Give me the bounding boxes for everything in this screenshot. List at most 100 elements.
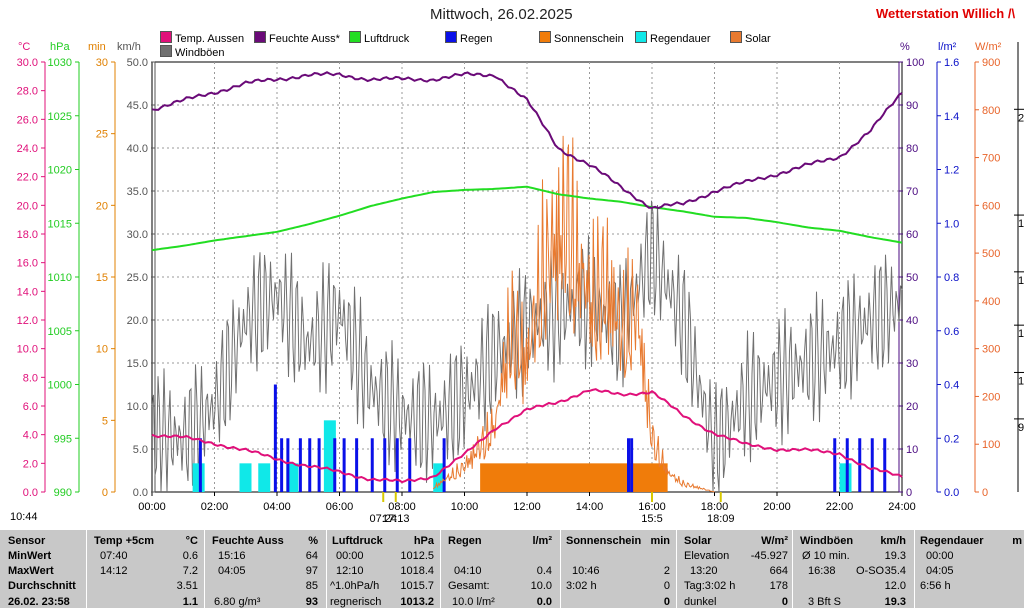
table-cell: 93 <box>305 596 318 608</box>
x-tick-label: 20:00 <box>763 501 791 513</box>
unit-pct: % <box>900 41 910 53</box>
marker-label: 15:5 <box>641 513 662 525</box>
pct-tick-label: 60 <box>906 229 918 241</box>
x-tick-label: 24:00 <box>888 501 916 513</box>
temp-tick-label: 4.0 <box>23 430 38 442</box>
edge-tick-label: 9 <box>1018 422 1024 434</box>
table-separator <box>560 530 561 608</box>
edge-tick-label: 1 <box>1018 275 1024 287</box>
table-cell: 04:10 <box>454 565 482 577</box>
pct-tick-label: 40 <box>906 315 918 327</box>
min-tick-label: 30 <box>96 57 108 69</box>
temp-tick-label: 24.0 <box>17 143 38 155</box>
weather-chart: 00:00 02:00 04:00 06:00 08:00 10:00 12:00 14:00… <box>17 41 1024 525</box>
table-cell: km/h <box>880 535 906 547</box>
lm2-tick-label: 1.4 <box>944 111 959 123</box>
wm2-tick-label: 0 <box>982 487 988 499</box>
pct-tick-label: 0 <box>906 487 912 499</box>
table-cell: Feuchte Auss <box>212 535 284 547</box>
rain-bar <box>383 438 387 492</box>
pct-tick-label: 90 <box>906 100 918 112</box>
pct-tick-label: 70 <box>906 186 918 198</box>
table-cell: °C <box>185 535 198 547</box>
table-cell: 0.6 <box>182 550 198 562</box>
table-cell: 35.4 <box>884 565 906 577</box>
unit-kmh: km/h <box>117 41 141 53</box>
table-cell: W/m² <box>761 535 788 547</box>
rain-bar <box>630 438 634 492</box>
kmh-tick-label: 20.0 <box>127 315 148 327</box>
table-cell: 178 <box>769 580 788 592</box>
wm2-tick-label: 600 <box>982 200 1000 212</box>
edge-tick-label: 1 <box>1018 218 1024 230</box>
raindur-bar <box>258 463 271 492</box>
table-cell: % <box>308 535 318 547</box>
table-cell: 04:05 <box>926 565 954 577</box>
unit-hpa: hPa <box>50 41 70 53</box>
table-cell: dunkel <box>684 596 717 608</box>
unit-wm2: W/m² <box>975 41 1002 53</box>
x-tick-label: 16:00 <box>638 501 666 513</box>
hpa-tick-label: 1025 <box>48 111 72 123</box>
lm2-tick-label: 1.0 <box>944 218 959 230</box>
lm2-tick-label: 1.6 <box>944 57 959 69</box>
table-cell: Sensor <box>8 535 46 547</box>
kmh-tick-label: 45.0 <box>127 100 148 112</box>
x-tick-label: 18:00 <box>701 501 729 513</box>
table-cell: ^1.0hPa/h <box>330 580 380 592</box>
temp-tick-label: 26.0 <box>17 114 38 126</box>
rain-bar <box>273 384 277 492</box>
temp-tick-label: 30.0 <box>17 57 38 69</box>
x-tick-label: 02:00 <box>201 501 229 513</box>
wm2-tick-label: 200 <box>982 391 1000 403</box>
table-separator <box>204 530 205 608</box>
lm2-tick-label: 0.6 <box>944 326 959 338</box>
kmh-tick-label: 15.0 <box>127 358 148 370</box>
table-cell: m <box>1012 535 1022 547</box>
wm2-tick-label: 400 <box>982 296 1000 308</box>
min-tick-label: 0 <box>102 487 108 499</box>
table-cell: 12:10 <box>336 565 364 577</box>
rain-bar <box>370 438 374 492</box>
wm2-tick-label: 500 <box>982 248 1000 260</box>
table-cell: 0.4 <box>536 565 552 577</box>
wm2-tick-label: 800 <box>982 105 1000 117</box>
rain-bar <box>845 438 849 492</box>
kmh-tick-label: 50.0 <box>127 57 148 69</box>
lm2-tick-label: 0.0 <box>944 487 959 499</box>
rain-bar <box>286 438 290 492</box>
table-cell: Luftdruck <box>332 535 383 547</box>
table-cell: Regen <box>448 535 482 547</box>
temp-tick-label: 22.0 <box>17 172 38 184</box>
x-tick-label: 22:00 <box>826 501 854 513</box>
hpa-tick-label: 1015 <box>48 218 72 230</box>
table-cell: 0 <box>781 596 788 608</box>
table-cell: Tag:3:02 h <box>684 580 736 592</box>
rain-bar <box>442 438 446 492</box>
table-cell: 10:46 <box>572 565 600 577</box>
temp-tick-label: 2.0 <box>23 458 38 470</box>
table-cell: 1012.5 <box>400 550 434 562</box>
table-cell: 12.0 <box>884 580 906 592</box>
table-cell: 97 <box>305 565 318 577</box>
table-cell: 14:12 <box>100 565 128 577</box>
temp-tick-label: 6.0 <box>23 401 38 413</box>
wm2-tick-label: 100 <box>982 439 1000 451</box>
pct-tick-label: 30 <box>906 358 918 370</box>
kmh-tick-label: 35.0 <box>127 186 148 198</box>
rain-bar <box>308 438 312 492</box>
x-tick-label: 14:00 <box>576 501 604 513</box>
table-cell: 19.3 <box>884 550 906 562</box>
lm2-tick-label: 0.8 <box>944 272 959 284</box>
table-cell: 64 <box>305 550 318 562</box>
min-tick-label: 20 <box>96 200 108 212</box>
x-tick-label: 12:00 <box>513 501 541 513</box>
table-cell: Ø 10 min. <box>802 550 850 562</box>
table-cell: 1013.2 <box>400 596 434 608</box>
rain-bar <box>627 438 630 492</box>
rain-bar <box>342 438 346 492</box>
table-cell: Temp +5cm <box>94 535 155 547</box>
table-cell: 19.3 <box>884 596 906 608</box>
raindur-bar <box>839 463 852 492</box>
kmh-tick-label: 10.0 <box>127 401 148 413</box>
